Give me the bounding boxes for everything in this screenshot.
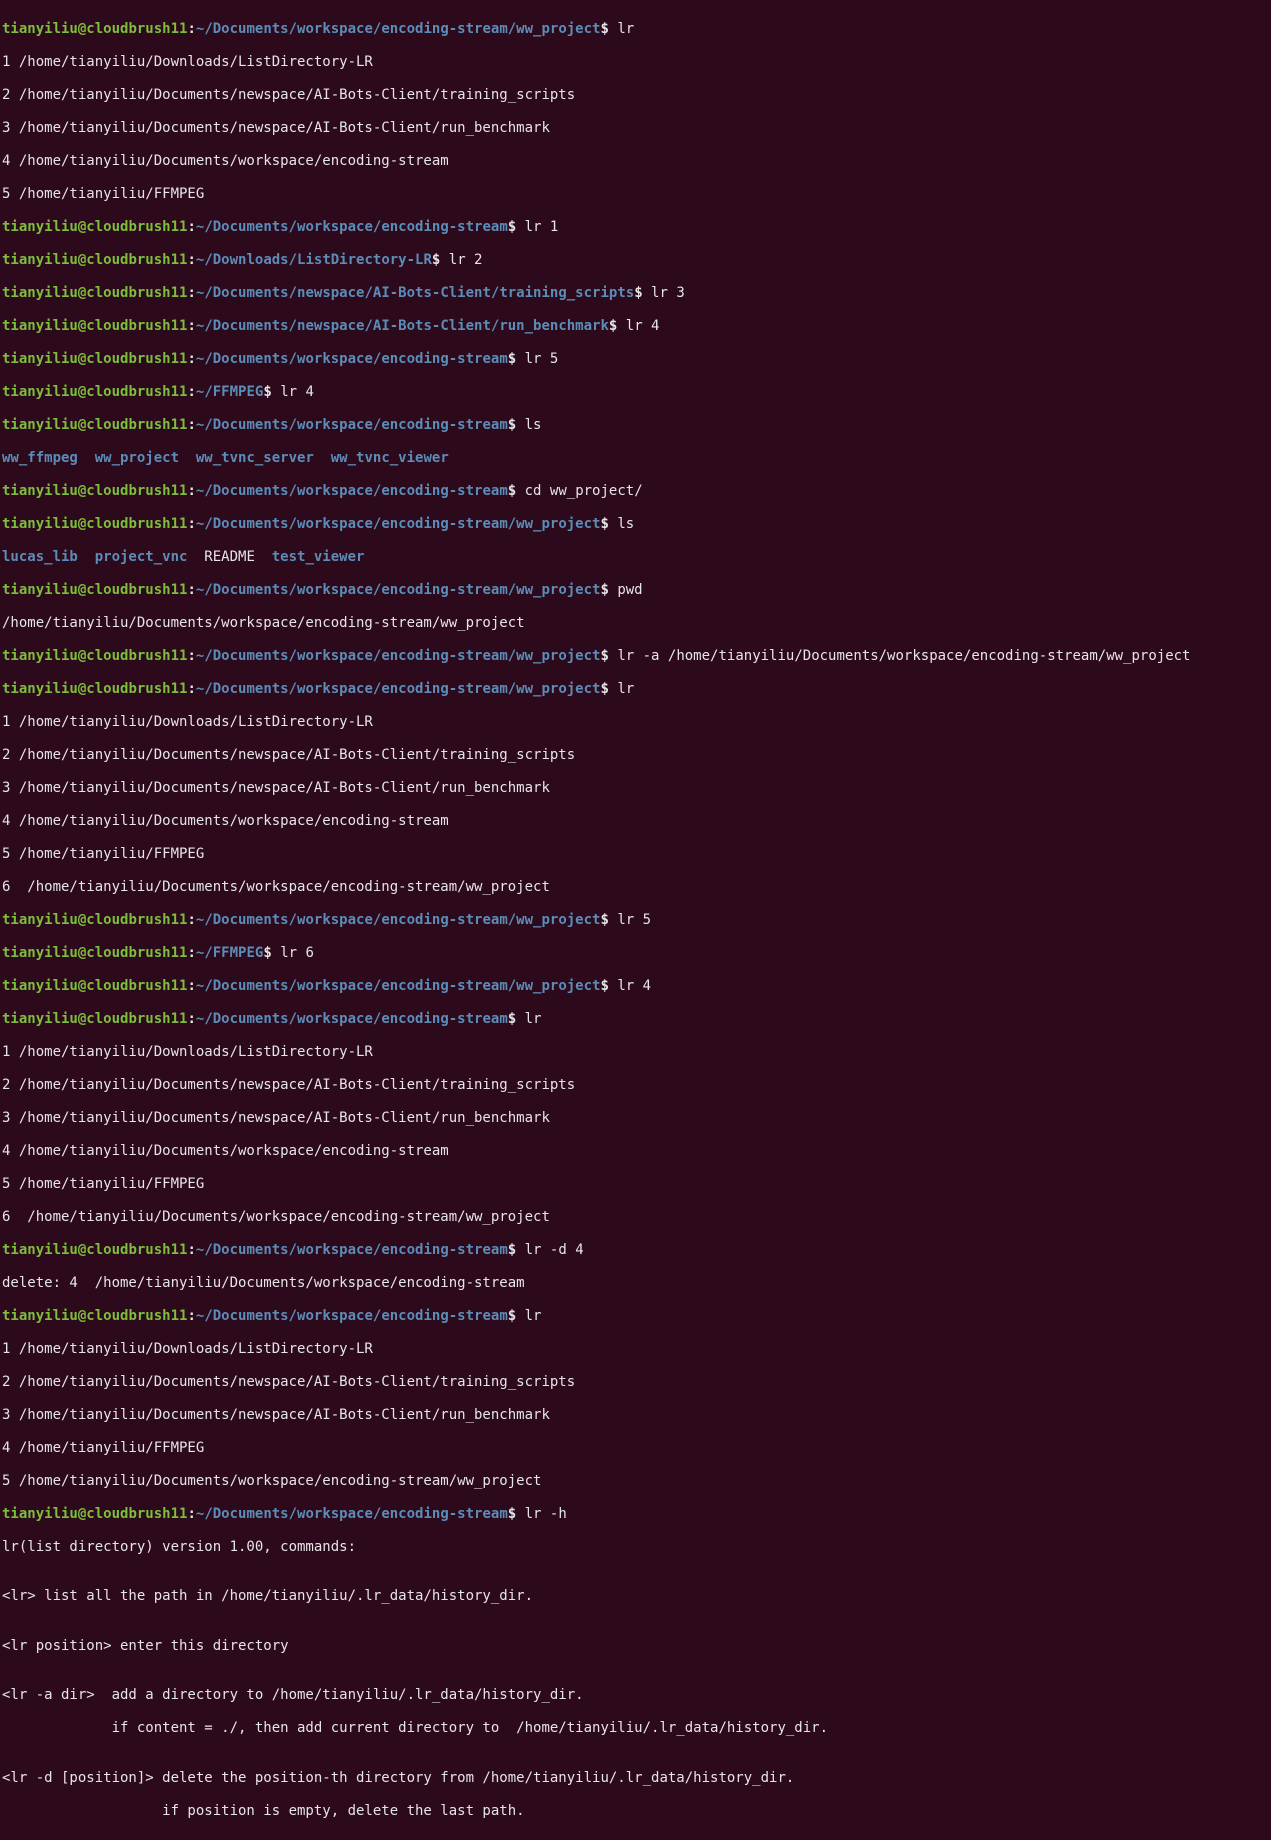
output-line: 1 /home/tianyiliu/Downloads/ListDirector… (2, 714, 1269, 731)
output-line: 1 /home/tianyiliu/Downloads/ListDirector… (2, 1341, 1269, 1358)
output-line: delete: 4 /home/tianyiliu/Documents/work… (2, 1275, 1269, 1292)
output-line: 2 /home/tianyiliu/Documents/newspace/AI-… (2, 87, 1269, 104)
prompt-line: tianyiliu@cloudbrush11:~/Documents/works… (2, 1011, 1269, 1028)
output-line: 5 /home/tianyiliu/FFMPEG (2, 1176, 1269, 1193)
prompt-line: tianyiliu@cloudbrush11:~/Documents/works… (2, 351, 1269, 368)
output-line: 3 /home/tianyiliu/Documents/newspace/AI-… (2, 1407, 1269, 1424)
cmd: lr (617, 21, 634, 37)
prompt-line: tianyiliu@cloudbrush11:~/Documents/works… (2, 912, 1269, 929)
output-line: 4 /home/tianyiliu/Documents/workspace/en… (2, 153, 1269, 170)
host: cloudbrush11 (86, 21, 187, 37)
prompt-line: tianyiliu@cloudbrush11:~/Documents/works… (2, 978, 1269, 995)
prompt-line: tianyiliu@cloudbrush11:~/Downloads/ListD… (2, 252, 1269, 269)
help-line: <lr> list all the path in /home/tianyili… (2, 1588, 1269, 1605)
help-line: <lr -d [position]> delete the position-t… (2, 1770, 1269, 1787)
prompt-line: tianyiliu@cloudbrush11:~/FFMPEG$ lr 6 (2, 945, 1269, 962)
help-line: if position is empty, delete the last pa… (2, 1803, 1269, 1820)
help-line: <lr position> enter this directory (2, 1638, 1269, 1655)
help-line: <lr -a dir> add a directory to /home/tia… (2, 1687, 1269, 1704)
prompt-line: tianyiliu@cloudbrush11:~/Documents/works… (2, 21, 1269, 38)
prompt-line: tianyiliu@cloudbrush11:~/Documents/works… (2, 483, 1269, 500)
help-line: lr(list directory) version 1.00, command… (2, 1539, 1269, 1556)
output-line: 2 /home/tianyiliu/Documents/newspace/AI-… (2, 1077, 1269, 1094)
output-line: 2 /home/tianyiliu/Documents/newspace/AI-… (2, 747, 1269, 764)
prompt-line: tianyiliu@cloudbrush11:~/Documents/works… (2, 219, 1269, 236)
prompt-line: tianyiliu@cloudbrush11:~/Documents/works… (2, 516, 1269, 533)
prompt-line: tianyiliu@cloudbrush11:~/Documents/works… (2, 1506, 1269, 1523)
prompt-line: tianyiliu@cloudbrush11:~/Documents/works… (2, 1308, 1269, 1325)
ls-output: ww_ffmpeg ww_project ww_tvnc_server ww_t… (2, 450, 1269, 467)
output-line: 5 /home/tianyiliu/Documents/workspace/en… (2, 1473, 1269, 1490)
ls-output: lucas_lib project_vnc README test_viewer (2, 549, 1269, 566)
prompt-line: tianyiliu@cloudbrush11:~/Documents/works… (2, 417, 1269, 434)
output-line: 1 /home/tianyiliu/Downloads/ListDirector… (2, 54, 1269, 71)
cwd: ~/Documents/workspace/encoding-stream/ww… (196, 21, 601, 37)
prompt-line: tianyiliu@cloudbrush11:~/Documents/newsp… (2, 318, 1269, 335)
prompt-line: tianyiliu@cloudbrush11:~/Documents/works… (2, 582, 1269, 599)
output-line: 2 /home/tianyiliu/Documents/newspace/AI-… (2, 1374, 1269, 1391)
output-line: 3 /home/tianyiliu/Documents/newspace/AI-… (2, 780, 1269, 797)
prompt-line: tianyiliu@cloudbrush11:~/Documents/newsp… (2, 285, 1269, 302)
output-line: 1 /home/tianyiliu/Downloads/ListDirector… (2, 1044, 1269, 1061)
prompt-line: tianyiliu@cloudbrush11:~/FFMPEG$ lr 4 (2, 384, 1269, 401)
output-line: 4 /home/tianyiliu/Documents/workspace/en… (2, 1143, 1269, 1160)
output-line: 6 /home/tianyiliu/Documents/workspace/en… (2, 879, 1269, 896)
output-line: 5 /home/tianyiliu/FFMPEG (2, 846, 1269, 863)
output-line: 4 /home/tianyiliu/FFMPEG (2, 1440, 1269, 1457)
help-line: if content = ./, then add current direct… (2, 1720, 1269, 1737)
output-line: 3 /home/tianyiliu/Documents/newspace/AI-… (2, 1110, 1269, 1127)
output-line: 5 /home/tianyiliu/FFMPEG (2, 186, 1269, 203)
output-line: 6 /home/tianyiliu/Documents/workspace/en… (2, 1209, 1269, 1226)
prompt-line: tianyiliu@cloudbrush11:~/Documents/works… (2, 681, 1269, 698)
terminal[interactable]: tianyiliu@cloudbrush11:~/Documents/works… (0, 0, 1271, 1840)
output-line: /home/tianyiliu/Documents/workspace/enco… (2, 615, 1269, 632)
prompt-line: tianyiliu@cloudbrush11:~/Documents/works… (2, 648, 1269, 665)
output-line: 4 /home/tianyiliu/Documents/workspace/en… (2, 813, 1269, 830)
prompt-line: tianyiliu@cloudbrush11:~/Documents/works… (2, 1242, 1269, 1259)
user: tianyiliu (2, 21, 78, 37)
output-line: 3 /home/tianyiliu/Documents/newspace/AI-… (2, 120, 1269, 137)
